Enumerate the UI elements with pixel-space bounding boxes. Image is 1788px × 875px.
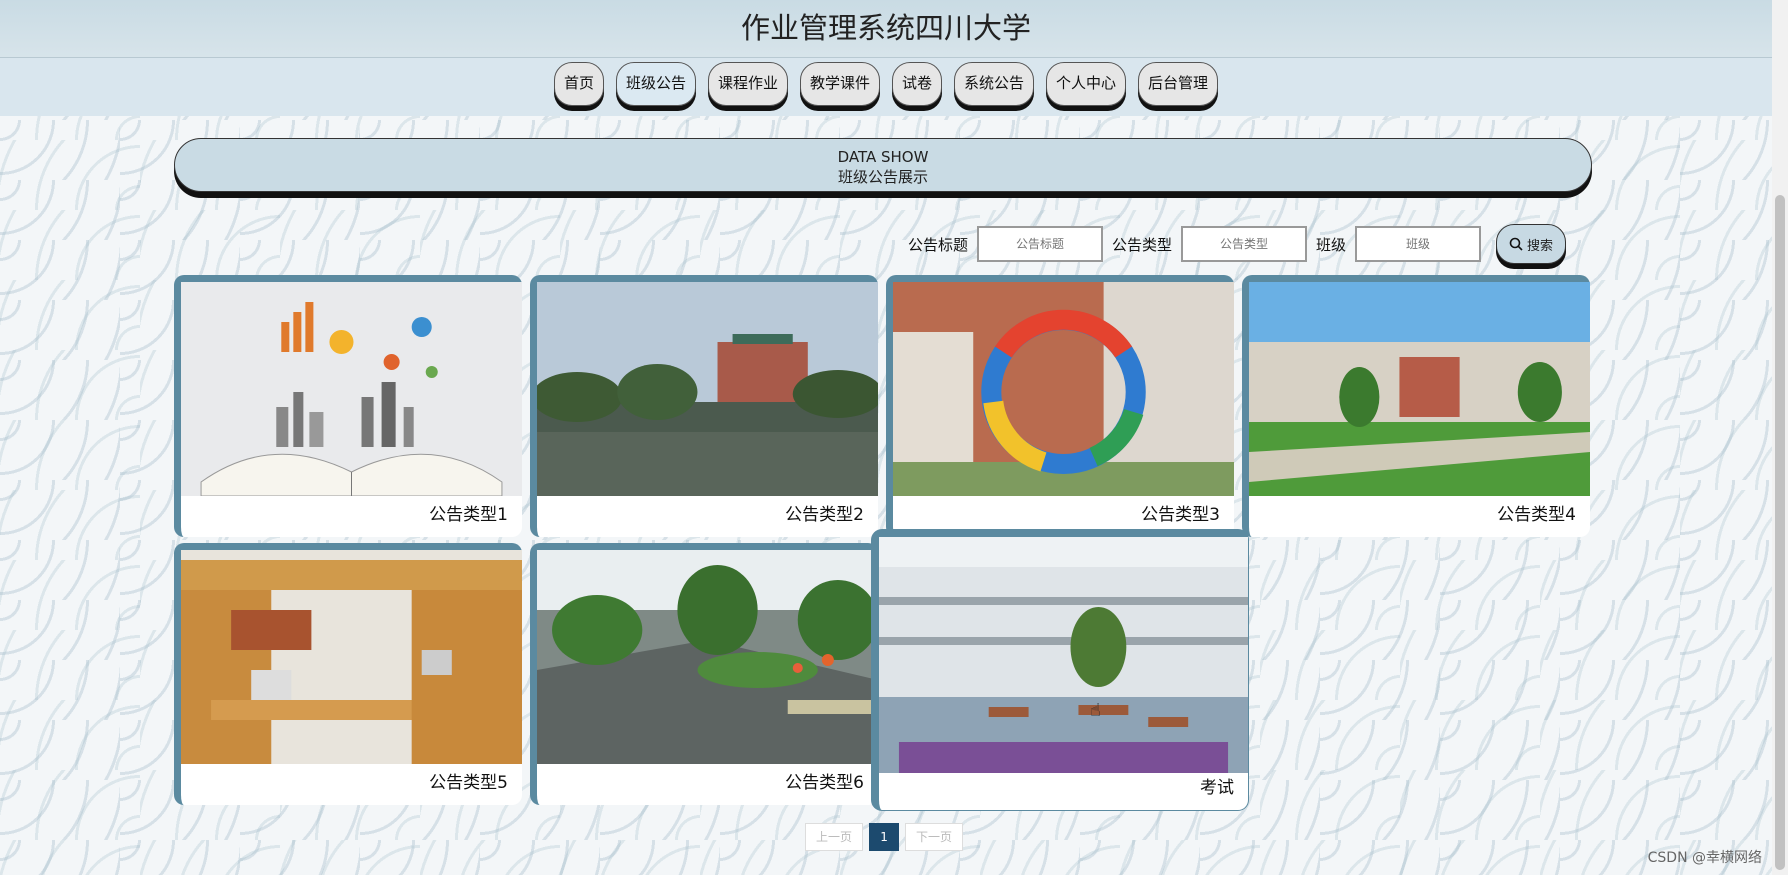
search-button[interactable]: 搜索 (1496, 224, 1567, 264)
scrollbar[interactable] (1772, 0, 1788, 875)
hand-cursor-icon: ☝ (1090, 700, 1101, 721)
book-infographic-image (181, 282, 522, 496)
banner-title-cn: 班级公告展示 (837, 168, 928, 186)
nav-exam-paper[interactable]: 试卷 (892, 62, 943, 106)
school-courtyard-image (879, 537, 1248, 773)
section-banner: DATA SHOW 班级公告展示 (174, 138, 1592, 192)
notice-card[interactable]: 公告类型5 (174, 543, 522, 805)
notice-card[interactable]: 公告类型6 (530, 543, 878, 805)
ring-sculpture-image (893, 282, 1234, 496)
banner-title-en: DATA SHOW (837, 148, 929, 166)
nav-courseware[interactable]: 教学课件 (799, 62, 880, 106)
title-input[interactable] (977, 226, 1104, 262)
card-caption: 公告类型3 (1141, 505, 1220, 525)
nav-admin[interactable]: 后台管理 (1138, 62, 1219, 106)
class-input[interactable] (1355, 226, 1482, 262)
card-caption: 公告类型4 (1497, 505, 1576, 525)
garden-steps-image (537, 550, 878, 764)
type-input[interactable] (1181, 226, 1308, 262)
nav-course-homework[interactable]: 课程作业 (707, 62, 788, 106)
curved-building-lawn-image (1249, 282, 1590, 496)
search-button-label: 搜索 (1527, 238, 1554, 254)
pagination: 上一页 1 下一页 (805, 823, 964, 851)
page-title: 作业管理系统四川大学 (0, 0, 1772, 58)
card-caption: 公告类型5 (429, 773, 508, 793)
scrollbar-thumb[interactable] (1775, 195, 1785, 870)
notice-card[interactable]: 考试 (872, 530, 1248, 810)
notice-card[interactable]: 公告类型3 (886, 275, 1234, 537)
type-label: 公告类型 (1112, 235, 1173, 254)
search-icon (1509, 237, 1523, 251)
card-caption: 公告类型1 (429, 505, 508, 525)
search-bar: 公告标题 公告类型 班级 搜索 (908, 222, 1567, 266)
notice-card[interactable]: 公告类型1 (174, 275, 522, 537)
card-caption: 公告类型2 (785, 505, 864, 525)
main-nav: 首页 班级公告 课程作业 教学课件 试卷 系统公告 个人中心 后台管理 (0, 58, 1772, 116)
nav-home[interactable]: 首页 (553, 62, 604, 106)
next-page-button[interactable]: 下一页 (905, 823, 964, 851)
nav-personal-center[interactable]: 个人中心 (1046, 62, 1127, 106)
notice-card[interactable]: 公告类型2 (530, 275, 878, 537)
watermark: CSDN @幸横网络 (1647, 850, 1762, 866)
nav-system-notice[interactable]: 系统公告 (954, 62, 1035, 106)
title-label: 公告标题 (908, 235, 969, 254)
card-caption: 公告类型6 (785, 773, 864, 793)
dorm-room-image (181, 550, 522, 764)
notice-grid: 公告类型1 公告类型2 公告类型3 公告类型4 公告类型5 公告类型6 考试 (174, 275, 1592, 810)
nav-class-notice[interactable]: 班级公告 (615, 62, 696, 106)
card-caption: 考试 (1200, 778, 1234, 798)
prev-page-button[interactable]: 上一页 (805, 823, 864, 851)
page-number-current[interactable]: 1 (869, 823, 900, 851)
class-label: 班级 (1316, 235, 1347, 254)
notice-card[interactable]: 公告类型4 (1242, 275, 1590, 537)
campus-lake-image (537, 282, 878, 496)
